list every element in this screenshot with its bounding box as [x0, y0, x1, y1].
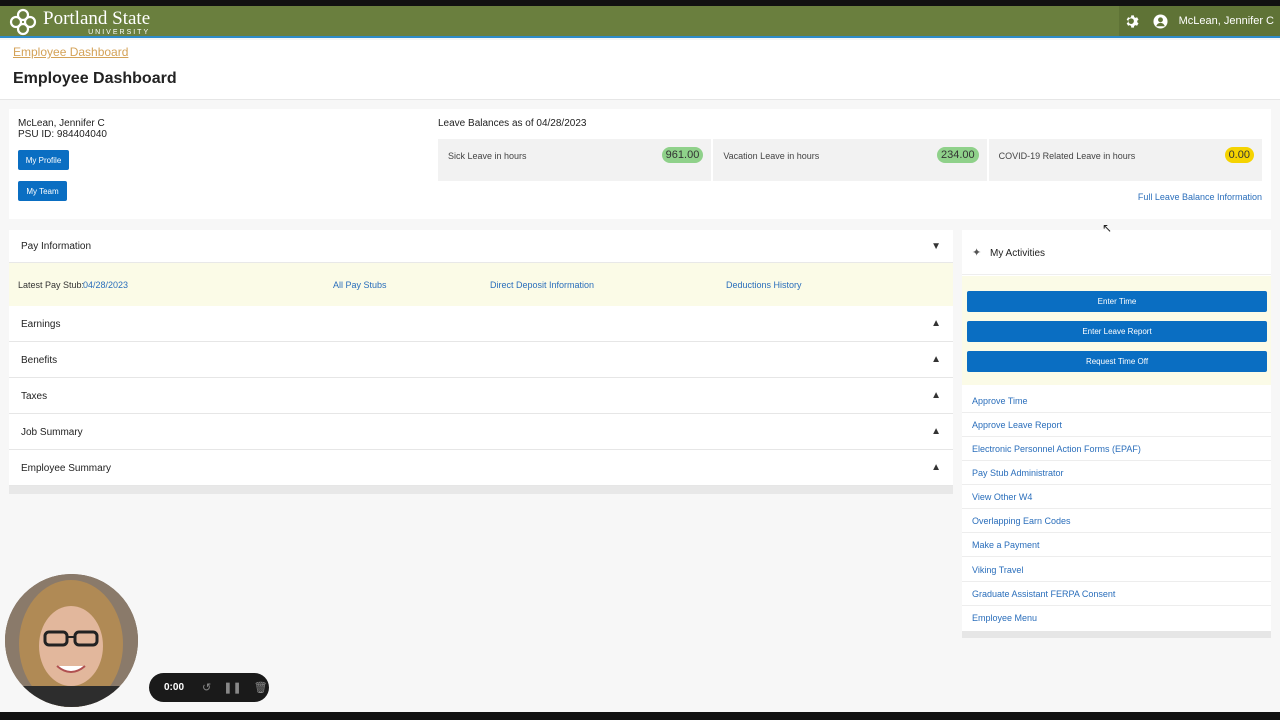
leave-value-badge: 961.00: [661, 147, 704, 163]
activities-button-box: Enter Time Enter Leave Report Request Ti…: [962, 276, 1271, 385]
section-label: Employee Summary: [21, 463, 112, 474]
psu-logo[interactable]: Portland State UNIVERSITY: [9, 8, 150, 36]
section-label: Taxes: [21, 391, 48, 402]
divider: [962, 508, 1271, 509]
divider: [962, 581, 1271, 582]
pay-information-panel: Pay Information ▼ Latest Pay Stub: 04/28…: [9, 230, 953, 486]
leave-balances-title: Leave Balances as of 04/28/2023: [438, 118, 587, 129]
latest-pay-stub-label: Latest Pay Stub:: [18, 280, 85, 290]
pay-stub-bar: Latest Pay Stub: 04/28/2023 All Pay Stub…: [9, 263, 953, 306]
section-benefits[interactable]: Benefits ▲: [9, 342, 953, 378]
bottom-edge: [0, 712, 1280, 720]
leave-cell-covid: COVID-19 Related Leave in hours 0.00: [989, 139, 1262, 181]
leave-value-badge: 234.00: [937, 147, 979, 163]
chevron-down-icon[interactable]: ▼: [931, 241, 941, 252]
logo-name: Portland State: [43, 7, 151, 29]
pay-information-header[interactable]: Pay Information ▼: [9, 230, 953, 263]
breadcrumb[interactable]: Employee Dashboard: [13, 45, 128, 59]
pay-stub-administrator-link[interactable]: Pay Stub Administrator: [972, 468, 1064, 478]
logo-sub: UNIVERSITY: [88, 28, 151, 36]
trash-icon[interactable]: 🗑: [254, 681, 268, 694]
overlapping-earn-codes-link[interactable]: Overlapping Earn Codes: [972, 516, 1071, 526]
magic-wand-icon: ✦: [972, 247, 982, 259]
app-header: Portland State UNIVERSITY McLean, Jennif…: [0, 6, 1280, 38]
divider: [962, 484, 1271, 485]
direct-deposit-link[interactable]: Direct Deposit Information: [490, 280, 594, 290]
approve-leave-report-link[interactable]: Approve Leave Report: [972, 420, 1062, 430]
divider: [962, 532, 1271, 533]
leave-value-badge: 0.00: [1224, 147, 1254, 163]
my-activities-title: My Activities: [990, 248, 1046, 259]
section-label: Benefits: [21, 355, 58, 366]
webcam-overlay: [5, 574, 138, 707]
section-earnings[interactable]: Earnings ▲: [9, 306, 953, 342]
pay-panel-shadow: [9, 486, 953, 494]
title-bar: Employee Dashboard Employee Dashboard: [0, 40, 1280, 100]
leave-cell-sick: Sick Leave in hours 961.00: [438, 139, 714, 181]
pay-information-title: Pay Information: [21, 241, 92, 252]
graduate-assistant-ferpa-link[interactable]: Graduate Assistant FERPA Consent: [972, 589, 1115, 599]
approve-time-link[interactable]: Approve Time: [972, 396, 1028, 406]
my-activities-header: ✦ My Activities: [962, 230, 1271, 275]
user-icon[interactable]: [1147, 6, 1175, 36]
recording-timer: 0:00: [164, 682, 185, 693]
latest-pay-stub-link[interactable]: 04/28/2023: [83, 280, 128, 290]
my-activities-panel: ✦ My Activities Enter Time Enter Leave R…: [962, 230, 1271, 638]
divider: [962, 460, 1271, 461]
request-time-off-button[interactable]: Request Time Off: [967, 351, 1267, 372]
enter-time-button[interactable]: Enter Time: [967, 291, 1267, 312]
leave-label: Vacation Leave in hours: [723, 151, 820, 161]
employee-name: McLean, Jennifer C: [18, 118, 105, 129]
chevron-up-icon[interactable]: ▲: [931, 462, 941, 473]
view-other-w4-link[interactable]: View Other W4: [972, 492, 1032, 502]
leave-cell-vacation: Vacation Leave in hours 234.00: [713, 139, 989, 181]
viking-travel-link[interactable]: Viking Travel: [972, 565, 1023, 575]
header-user-area: McLean, Jennifer C: [1118, 6, 1280, 36]
section-label: Earnings: [21, 319, 61, 330]
epaf-link[interactable]: Electronic Personnel Action Forms (EPAF): [972, 444, 1141, 454]
webcam-person-image: [5, 574, 138, 707]
mouse-pointer-icon: ↖: [1102, 221, 1113, 235]
section-employee-summary[interactable]: Employee Summary ▲: [9, 450, 953, 486]
page-title: Employee Dashboard: [13, 70, 177, 87]
chevron-up-icon[interactable]: ▲: [931, 390, 941, 401]
profile-card: McLean, Jennifer C PSU ID: 984404040 My …: [9, 109, 1271, 219]
all-pay-stubs-link[interactable]: All Pay Stubs: [333, 280, 387, 290]
chevron-up-icon[interactable]: ▲: [931, 318, 941, 329]
psu-logo-icon: [9, 8, 37, 36]
my-profile-button[interactable]: My Profile: [18, 150, 69, 170]
leave-balances-row: Sick Leave in hours 961.00 Vacation Leav…: [438, 139, 1262, 181]
section-label: Job Summary: [21, 427, 83, 438]
gear-icon[interactable]: [1119, 6, 1147, 36]
divider: [962, 556, 1271, 557]
user-name[interactable]: McLean, Jennifer C: [1179, 15, 1274, 27]
employee-id: PSU ID: 984404040: [18, 129, 107, 140]
chevron-up-icon[interactable]: ▲: [931, 354, 941, 365]
recorder-controls: 0:00 ↺ ❚❚ 🗑: [149, 673, 269, 702]
divider: [962, 436, 1271, 437]
pause-icon[interactable]: ❚❚: [223, 681, 241, 694]
chevron-up-icon[interactable]: ▲: [931, 426, 941, 437]
employee-menu-link[interactable]: Employee Menu: [972, 613, 1037, 623]
full-leave-balance-link[interactable]: Full Leave Balance Information: [1138, 192, 1262, 202]
make-a-payment-link[interactable]: Make a Payment: [972, 540, 1040, 550]
enter-leave-report-button[interactable]: Enter Leave Report: [967, 321, 1267, 342]
my-team-button[interactable]: My Team: [18, 181, 67, 201]
undo-icon[interactable]: ↺: [202, 681, 211, 694]
section-job-summary[interactable]: Job Summary ▲: [9, 414, 953, 450]
leave-label: Sick Leave in hours: [448, 151, 527, 161]
leave-label: COVID-19 Related Leave in hours: [998, 151, 1136, 161]
deductions-history-link[interactable]: Deductions History: [726, 280, 802, 290]
divider: [962, 412, 1271, 413]
section-taxes[interactable]: Taxes ▲: [9, 378, 953, 414]
divider: [962, 605, 1271, 606]
